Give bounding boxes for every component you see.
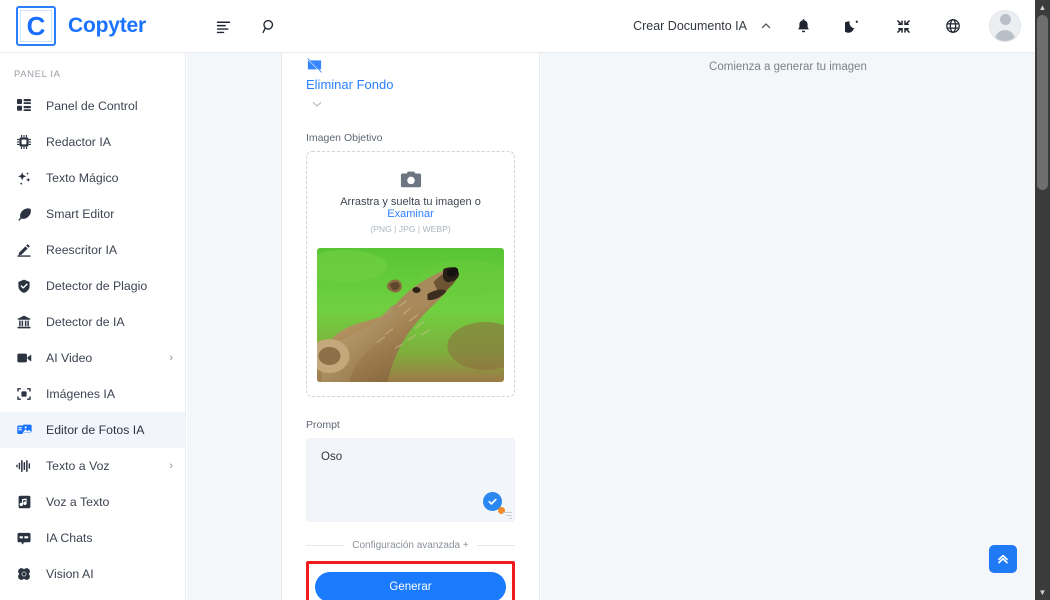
- dropzone-formats: (PNG | JPG | WEBP): [370, 224, 451, 234]
- result-placeholder-text: Comienza a generar tu imagen: [709, 61, 867, 73]
- bear-photo: [317, 248, 504, 382]
- generate-button[interactable]: Generar: [315, 572, 506, 600]
- camera-icon: [317, 170, 504, 189]
- avatar[interactable]: [989, 10, 1021, 42]
- brand-name: Copyter: [68, 14, 146, 37]
- double-chevron-up-icon[interactable]: [989, 545, 1017, 573]
- logo-letter: C: [26, 11, 46, 41]
- sidebar-item-label: Reescritor IA: [46, 243, 118, 257]
- video-camera-icon: [14, 348, 34, 368]
- sidebar-nav-list: Panel de Control Redactor IA Texto Mágico S…: [0, 88, 185, 592]
- sidebar-item-texto-m-gico[interactable]: Texto Mágico: [0, 160, 185, 196]
- divider-right: [476, 545, 516, 546]
- prompt-label: Prompt: [306, 419, 340, 431]
- scrollbar-thumb[interactable]: [1037, 15, 1048, 190]
- sidebar-item-label: AI Video: [46, 351, 93, 365]
- pencil-icon: [14, 240, 34, 260]
- image-preview: [317, 248, 504, 382]
- sidebar-item-ia-chats[interactable]: IA Chats: [0, 520, 185, 556]
- audio-file-icon: [14, 492, 34, 512]
- image-frame-icon: [14, 384, 34, 404]
- sidebar-item-detector-de-ia[interactable]: Detector de IA: [0, 304, 185, 340]
- sidebar-item-smart-editor[interactable]: Smart Editor: [0, 196, 185, 232]
- header-left-icons: [206, 9, 286, 43]
- prompt-value: Oso: [321, 451, 343, 463]
- sparkles-icon: [14, 168, 34, 188]
- shield-check-icon: [14, 276, 34, 296]
- text-align-left-icon[interactable]: [206, 9, 240, 43]
- mid-spacer-column: [187, 53, 282, 600]
- dropzone-text: Arrastra y suelta tu imagen o Examinar: [317, 196, 504, 220]
- prompt-input[interactable]: Oso: [306, 438, 515, 522]
- top-header: C Copyter Crear Documento IA: [0, 0, 1035, 53]
- scrollbar-up-arrow[interactable]: ▲: [1035, 0, 1050, 15]
- tool-header: Eliminar Fondo: [306, 53, 515, 110]
- feather-icon: [14, 204, 34, 224]
- sidebar-item-label: Voz a Texto: [46, 495, 110, 509]
- chevron-down-icon[interactable]: [312, 101, 515, 110]
- image-dropzone[interactable]: Arrastra y suelta tu imagen o Examinar (…: [306, 151, 515, 397]
- sidebar-item-label: Imágenes IA: [46, 387, 116, 401]
- sidebar-item-redactor-ia[interactable]: Redactor IA: [0, 124, 185, 160]
- chevron-up-icon[interactable]: [755, 11, 777, 41]
- advanced-settings-row: Configuración avanzada +: [306, 540, 516, 551]
- result-panel: Comienza a generar tu imagen: [541, 53, 1035, 600]
- avatar-silhouette: [990, 11, 1020, 41]
- scrollbar-down-arrow[interactable]: ▼: [1035, 585, 1050, 600]
- sidebar-item-label: Redactor IA: [46, 135, 111, 149]
- sidebar-item-label: Vision AI: [46, 567, 94, 581]
- brain-icon: [14, 564, 34, 584]
- textarea-resize-handle[interactable]: [502, 510, 512, 520]
- sidebar-item-voz-a-texto[interactable]: Voz a Texto: [0, 484, 185, 520]
- sidebar-item-panel-de-control[interactable]: Panel de Control: [0, 88, 185, 124]
- sidebar-item-detector-de-plagio[interactable]: Detector de Plagio: [0, 268, 185, 304]
- bank-robot-icon: [14, 312, 34, 332]
- advanced-settings-toggle[interactable]: Configuración avanzada +: [352, 540, 468, 551]
- sidebar-item-reescritor-ia[interactable]: Reescritor IA: [0, 232, 185, 268]
- sidebar-item-label: Texto Mágico: [46, 171, 119, 185]
- compress-icon[interactable]: [886, 9, 920, 43]
- logo-icon: C: [16, 6, 56, 46]
- hide-image-icon: [306, 55, 328, 75]
- app-root: C Copyter Crear Documento IA PANEL IA Pa…: [0, 0, 1050, 600]
- sidebar-item-label: IA Chats: [46, 531, 93, 545]
- tool-form-panel: Eliminar Fondo Imagen Objetivo Arrastra …: [282, 53, 540, 600]
- sidebar-item-texto-a-voz[interactable]: Texto a Voz ›: [0, 448, 185, 484]
- header-right-cluster: Crear Documento IA: [627, 9, 1035, 43]
- brand-logo[interactable]: C Copyter: [0, 6, 186, 46]
- divider-left: [306, 545, 345, 546]
- chevron-right-icon[interactable]: ›: [169, 460, 173, 472]
- chevron-right-icon[interactable]: ›: [169, 352, 173, 364]
- target-image-label: Imagen Objetivo: [306, 132, 383, 144]
- sidebar-section-label: PANEL IA: [14, 69, 61, 80]
- sidebar-item-label: Panel de Control: [46, 99, 138, 113]
- tool-title: Eliminar Fondo: [306, 77, 394, 92]
- waveform-icon: [14, 456, 34, 476]
- sidebar-item-im-genes-ia[interactable]: Imágenes IA: [0, 376, 185, 412]
- dashboard-icon: [14, 96, 34, 116]
- sidebar-item-label: Smart Editor: [46, 207, 115, 221]
- dropzone-prefix: Arrastra y suelta tu imagen o: [340, 196, 481, 208]
- sidebar-item-vision-ai[interactable]: Vision AI: [0, 556, 185, 592]
- photo-edit-icon: [14, 420, 34, 440]
- sidebar-item-editor-de-fotos-ia[interactable]: Editor de Fotos IA: [0, 412, 185, 448]
- chat-icon: [14, 528, 34, 548]
- sidebar-item-label: Detector de Plagio: [46, 279, 148, 293]
- sidebar-item-label: Texto a Voz: [46, 459, 110, 473]
- sidebar-item-label: Detector de IA: [46, 315, 125, 329]
- sidebar-item-ai-video[interactable]: AI Video ›: [0, 340, 185, 376]
- search-icon[interactable]: [252, 9, 286, 43]
- sidebar-item-label: Editor de Fotos IA: [46, 423, 145, 437]
- sidebar: PANEL IA Panel de Control Redactor IA Text…: [0, 53, 186, 600]
- chip-ai-icon: [14, 132, 34, 152]
- create-document-dropdown[interactable]: Crear Documento IA: [627, 19, 753, 33]
- moon-icon[interactable]: [836, 9, 870, 43]
- bell-icon[interactable]: [786, 9, 820, 43]
- browse-link[interactable]: Examinar: [387, 208, 433, 220]
- browser-scrollbar[interactable]: ▲ ▼: [1035, 0, 1050, 600]
- globe-icon[interactable]: [936, 9, 970, 43]
- generate-highlight-box: Generar: [306, 561, 515, 600]
